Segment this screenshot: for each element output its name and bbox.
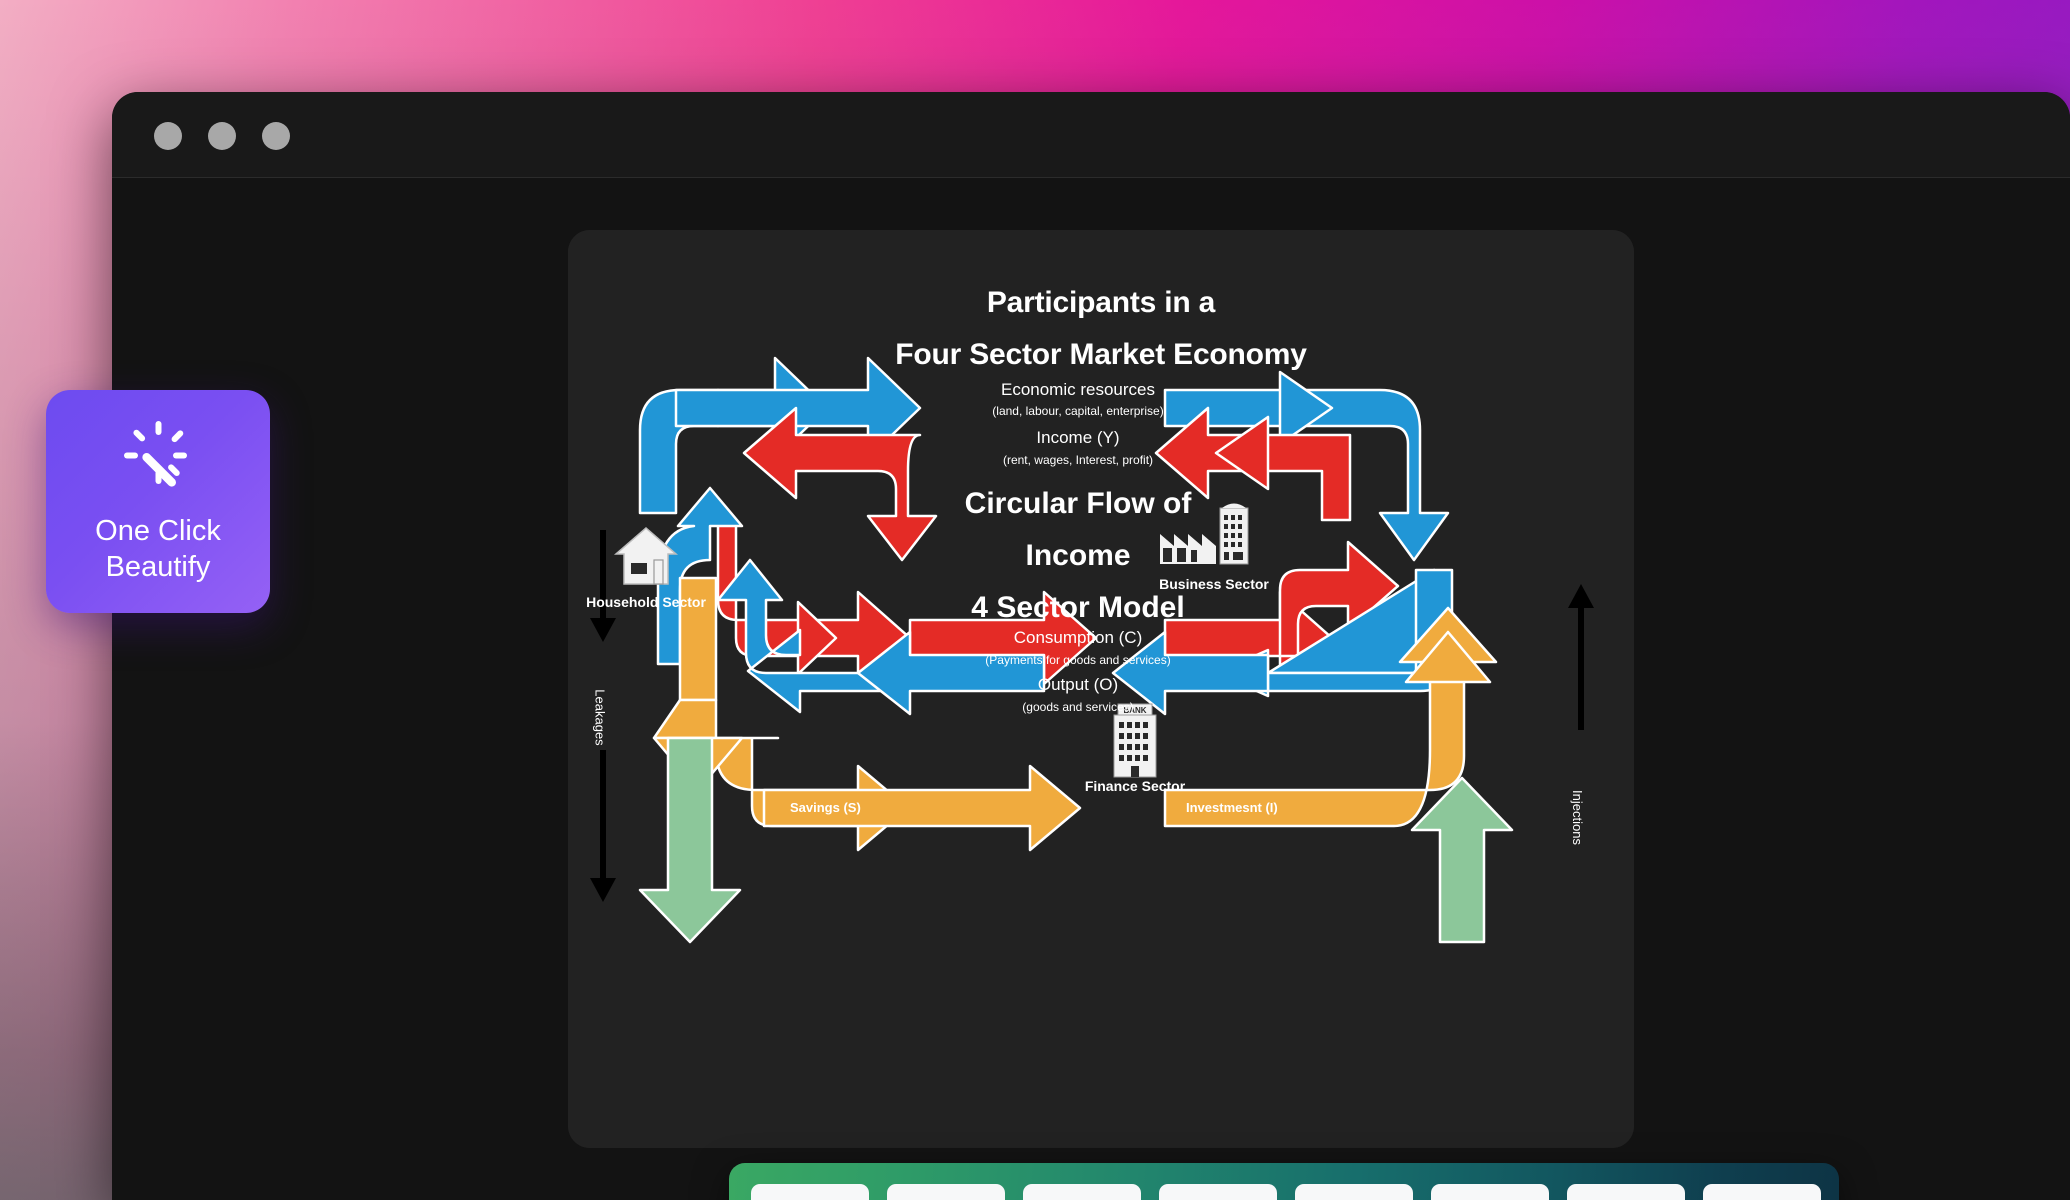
label-injections: Injections [1569,790,1585,845]
close-window-button[interactable] [154,122,182,150]
maximize-window-button[interactable] [262,122,290,150]
label-income: Income (Y) [1036,428,1120,447]
template-thumbnail[interactable] [1703,1184,1821,1200]
label-consumption: Consumption (C) [1013,628,1143,647]
window-titlebar [112,92,2070,178]
template-thumbnail[interactable] [887,1184,1005,1200]
label-economic-resources-sub: (land, labour, capital, enterprise) [992,404,1164,418]
template-thumbnail[interactable] [1295,1184,1413,1200]
sector-label-finance: Finance Sector [1084,778,1186,794]
sector-label-household: Household Sector [586,594,706,610]
slide-center-title: Circular Flow of Income 4 Sector Model [964,487,1192,624]
style-template-toolbar[interactable] [729,1163,1839,1200]
window-content: .blue { fill:#2196d6; stroke:#ffffff; st… [112,178,2070,1200]
slide-title-line-1: Participants in a [986,286,1216,319]
template-thumbnail[interactable] [1431,1184,1549,1200]
sector-label-business: Business Sector [1159,576,1269,592]
label-income-sub: (rent, wages, Interest, profit) [1002,453,1154,467]
one-click-beautify-button[interactable]: One Click Beautify [46,390,270,613]
slide-canvas-card[interactable]: .blue { fill:#2196d6; stroke:#ffffff; st… [568,230,1634,1148]
label-output: Output (O) [1037,675,1119,694]
house-icon [613,527,679,585]
sparkle-wand-icon [121,418,195,497]
slide-artboard[interactable]: .blue { fill:#2196d6; stroke:#ffffff; st… [568,230,1634,1148]
label-output-sub: (goods and services) [1022,700,1134,714]
green-injection-arrow [1410,776,1514,944]
injections-axis-arrows [1568,584,1594,730]
template-thumbnail[interactable] [1159,1184,1277,1200]
label-consumption-sub: (Payments for goods and services) [985,653,1171,667]
template-thumbnail[interactable] [1567,1184,1685,1200]
bank-building-icon: BANK [1113,703,1157,778]
template-thumbnail[interactable] [1023,1184,1141,1200]
template-thumbnail[interactable] [751,1184,869,1200]
minimize-window-button[interactable] [208,122,236,150]
slide-title-line-2: Four Sector Market Economy [895,338,1307,371]
one-click-beautify-label: One Click Beautify [95,515,221,583]
label-economic-resources: Economic resources [1000,380,1155,399]
label-savings: Savings (S) [790,800,861,815]
app-window: .blue { fill:#2196d6; stroke:#ffffff; st… [112,92,2070,1200]
window-controls[interactable] [154,122,290,150]
label-investment: Investmesnt (I) [1186,800,1278,815]
label-leakages: Leakages [592,689,608,746]
